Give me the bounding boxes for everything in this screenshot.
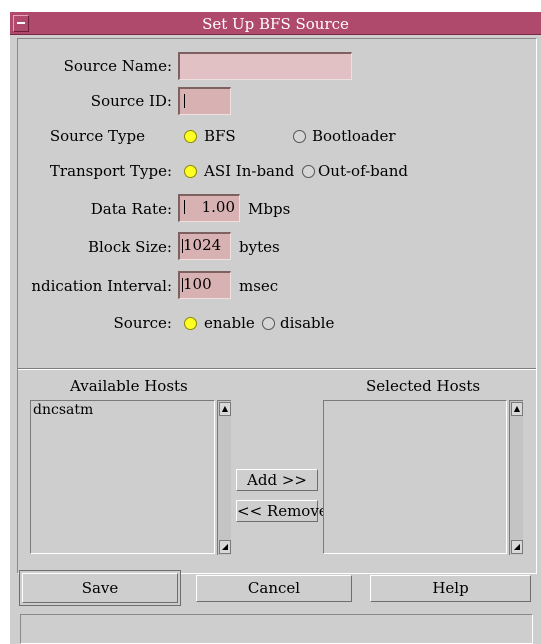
indication-interval-unit: msec (239, 277, 279, 295)
available-hosts-label: Available Hosts (70, 377, 188, 395)
data-rate-label: Data Rate: (90, 200, 172, 218)
source-id-input[interactable] (178, 87, 231, 115)
list-item[interactable]: dncsatm (33, 402, 212, 418)
source-name-label: Source Name: (63, 57, 172, 75)
scroll-up-icon[interactable]: ▲ (219, 402, 231, 416)
scroll-up-icon[interactable]: ▲ (511, 402, 523, 416)
transport-asi-inband-radio[interactable] (184, 165, 197, 178)
selected-hosts-scrollbar[interactable]: ▲ ◢ (509, 400, 523, 555)
source-type-bfs-radio[interactable] (184, 130, 197, 143)
source-type-bfs-label[interactable]: BFS (204, 127, 236, 145)
source-disable-radio[interactable] (262, 317, 275, 330)
transport-type-label: Transport Type: (49, 162, 172, 180)
source-label: Source: (113, 314, 172, 332)
status-bar (20, 614, 533, 644)
title-bar[interactable]: Set Up BFS Source (10, 12, 541, 35)
source-type-bootloader-label[interactable]: Bootloader (312, 127, 396, 145)
indication-interval-input[interactable]: 100 (178, 271, 231, 299)
selected-hosts-label: Selected Hosts (366, 377, 481, 395)
window-title: Set Up BFS Source (202, 15, 349, 33)
remove-host-button[interactable]: << Remove (236, 500, 328, 522)
indication-interval-label: ndication Interval: (31, 277, 172, 295)
data-rate-unit: Mbps (248, 200, 291, 218)
transport-out-of-band-radio[interactable] (302, 165, 315, 178)
indication-interval-value: 100 (183, 275, 212, 293)
text-cursor (184, 94, 185, 108)
source-enable-radio[interactable] (184, 317, 197, 330)
source-name-input[interactable] (178, 52, 352, 80)
source-enable-label[interactable]: enable (204, 314, 255, 332)
block-size-unit: bytes (239, 238, 280, 256)
section-divider (18, 368, 536, 370)
bfs-source-dialog: Set Up BFS Source Source Name: Source ID… (10, 12, 541, 644)
text-cursor (184, 200, 185, 214)
transport-out-of-band-label[interactable]: Out-of-band (318, 162, 408, 180)
source-id-label: Source ID: (90, 92, 172, 110)
source-type-label: Source Type (49, 127, 145, 145)
available-hosts-list[interactable]: dncsatm (30, 400, 215, 554)
form-panel: Source Name: Source ID: Source Type BFS … (17, 38, 537, 574)
data-rate-input[interactable]: 1.00 (178, 194, 240, 222)
add-host-button[interactable]: Add >> (236, 469, 318, 491)
block-size-label: Block Size: (87, 238, 172, 256)
scroll-down-icon[interactable]: ◢ (219, 540, 231, 554)
available-hosts-scrollbar[interactable]: ▲ ◢ (217, 400, 231, 555)
selected-hosts-list[interactable] (323, 400, 507, 554)
transport-asi-inband-label[interactable]: ASI In-band (204, 162, 294, 180)
help-button[interactable]: Help (370, 575, 531, 602)
block-size-input[interactable]: 1024 (178, 232, 231, 260)
source-disable-label[interactable]: disable (280, 314, 334, 332)
cancel-button[interactable]: Cancel (196, 575, 352, 602)
source-type-bootloader-radio[interactable] (293, 130, 306, 143)
block-size-value: 1024 (183, 236, 222, 254)
scroll-down-icon[interactable]: ◢ (511, 540, 523, 554)
save-button[interactable]: Save (22, 573, 178, 603)
data-rate-value: 1.00 (201, 198, 235, 216)
